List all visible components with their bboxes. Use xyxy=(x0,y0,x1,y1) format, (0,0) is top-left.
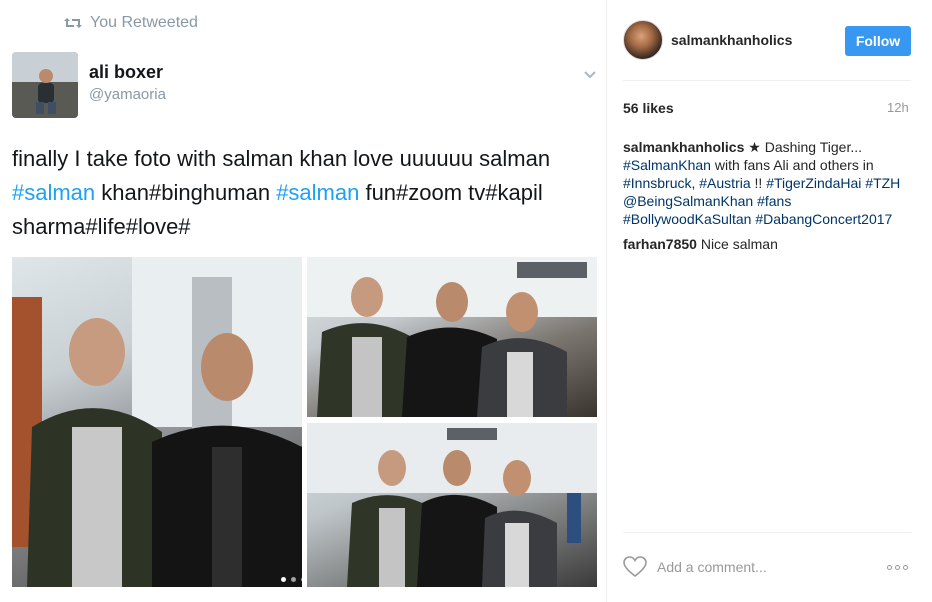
photo-bottom-right xyxy=(307,423,597,587)
caption-tag-link[interactable]: #TigerZindaHai xyxy=(766,175,861,191)
caption-tag-link[interactable]: @BeingSalmanKhan xyxy=(623,193,753,209)
caption-tag-link[interactable]: #TZH xyxy=(865,175,900,191)
header-divider xyxy=(623,80,911,81)
hashtag-link[interactable]: #salman xyxy=(12,180,95,205)
caption-tag-link[interactable]: #Innsbruck xyxy=(623,175,691,191)
follow-button[interactable]: Follow xyxy=(845,26,911,56)
comment: farhan7850 Nice salman xyxy=(623,235,919,253)
caption-text-segment: !! xyxy=(750,175,767,191)
carousel-dots xyxy=(281,577,306,582)
tweet-author-name[interactable]: ali boxer xyxy=(89,62,163,83)
instagram-post-panel: salmankhanholics Follow 56 likes 12h sal… xyxy=(606,0,932,602)
caption-username[interactable]: salmankhanholics xyxy=(623,139,744,155)
carousel-dot[interactable] xyxy=(291,577,296,582)
comment-username[interactable]: farhan7850 xyxy=(623,236,697,252)
hashtag-link[interactable]: #salman xyxy=(276,180,359,205)
tweet-text-segment: finally I take foto with salman khan lov… xyxy=(12,146,551,171)
retweet-icon xyxy=(64,18,82,28)
tweet-text: finally I take foto with salman khan lov… xyxy=(12,142,597,244)
comment-divider xyxy=(623,532,911,533)
post-username[interactable]: salmankhanholics xyxy=(671,32,792,48)
add-comment-input[interactable] xyxy=(657,556,877,578)
caption-tag-link[interactable]: #SalmanKhan xyxy=(623,157,711,173)
caption-tag-link[interactable]: #BollywoodKaSultan xyxy=(623,211,751,227)
avatar[interactable] xyxy=(623,20,663,60)
caption-text-segment: with fans Ali and others in xyxy=(710,157,874,173)
photo-left xyxy=(12,257,302,587)
heart-icon[interactable] xyxy=(623,556,647,578)
likes-count[interactable]: 56 likes xyxy=(623,100,674,116)
caption-tag-link[interactable]: #fans xyxy=(757,193,791,209)
photo-top-right xyxy=(307,257,597,417)
tweet-author-avatar xyxy=(12,52,78,118)
tweet-image: You Retweeted ali boxer @yamaoria finall… xyxy=(0,0,606,602)
more-options-icon[interactable] xyxy=(887,562,911,572)
carousel-dot[interactable] xyxy=(281,577,286,582)
post-caption: salmankhanholics ★ Dashing Tiger... #Sal… xyxy=(623,138,919,228)
post-time[interactable]: 12h xyxy=(887,100,909,115)
comment-text: Nice salman xyxy=(696,236,778,252)
chevron-down-icon[interactable] xyxy=(583,68,597,82)
tweet-photo-collage[interactable] xyxy=(12,257,597,587)
tweet-author-handle[interactable]: @yamaoria xyxy=(89,86,166,103)
retweet-indicator: You Retweeted xyxy=(64,14,198,32)
caption-tag-link[interactable]: #Austria xyxy=(699,175,750,191)
tweet-text-segment: khan#binghuman xyxy=(95,180,277,205)
caption-text-segment: ★ Dashing Tiger... xyxy=(744,139,862,155)
retweet-label: You Retweeted xyxy=(90,14,198,31)
caption-tag-link[interactable]: #DabangConcert2017 xyxy=(755,211,892,227)
carousel-dot[interactable] xyxy=(301,577,306,582)
